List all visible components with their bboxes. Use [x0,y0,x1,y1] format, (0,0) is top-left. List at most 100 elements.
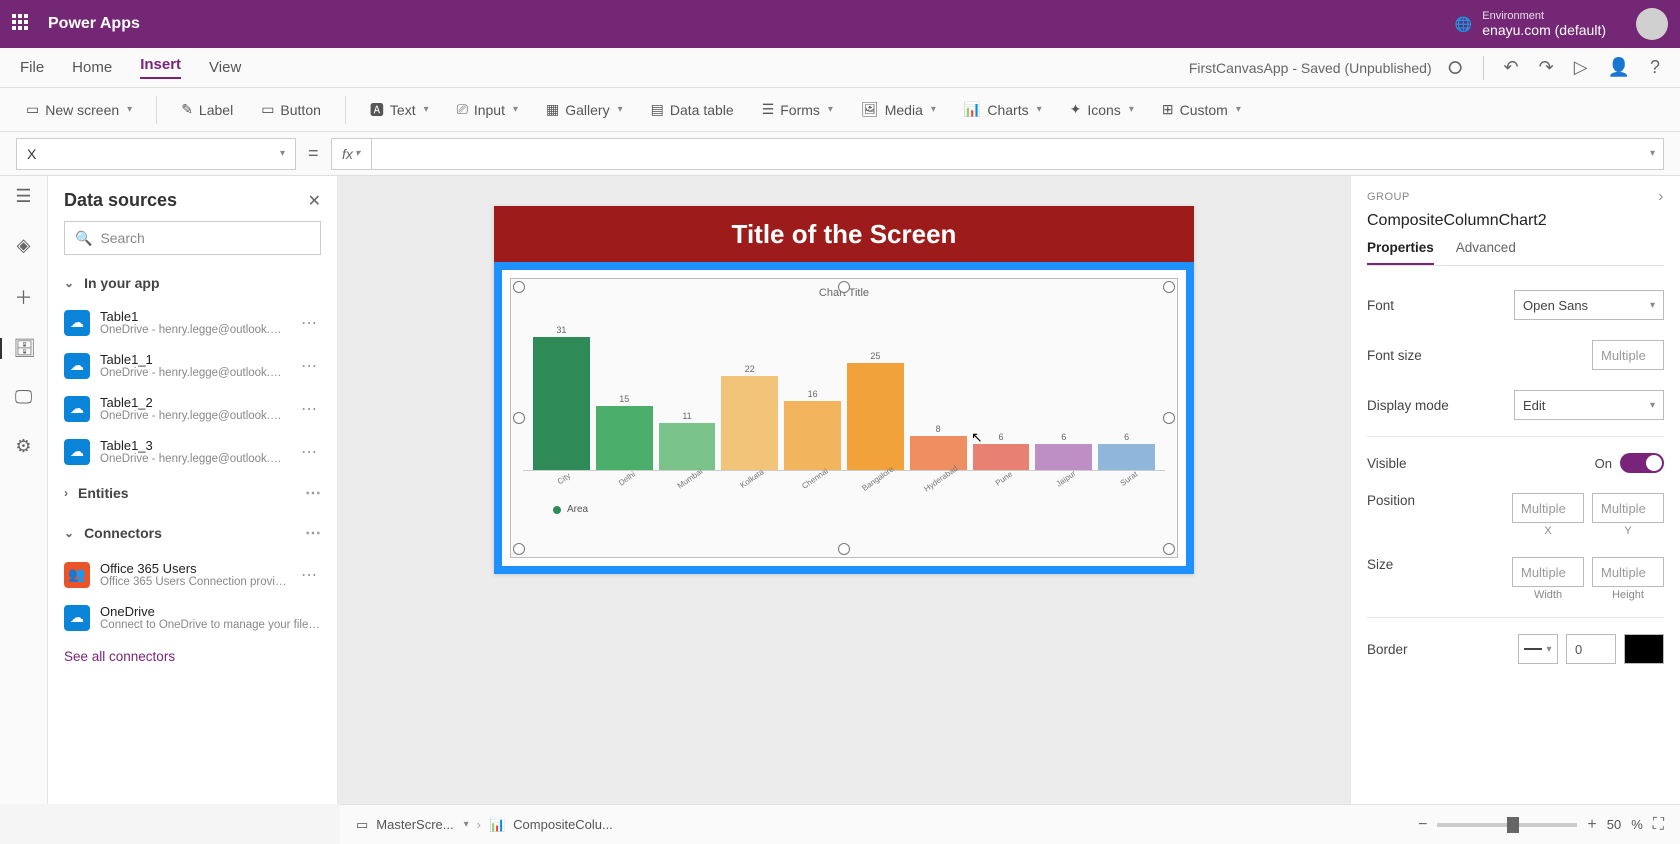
chevron-right-icon[interactable]: › [1658,188,1664,206]
border-color-picker[interactable] [1624,634,1664,664]
icons-button[interactable]: ✦Icons▾ [1060,97,1144,122]
app-launcher-icon[interactable] [12,14,32,34]
app-name: Power Apps [48,15,140,33]
width-input[interactable]: Multiple [1512,557,1584,587]
height-input[interactable]: Multiple [1592,557,1664,587]
property-selector[interactable]: X ▾ [16,138,296,170]
new-screen-button[interactable]: ▭ New screen ▾ [16,97,142,122]
chart-selection-frame[interactable]: ↖ Chart Title 3115112216258666 CityDelhi… [494,262,1194,574]
separator [156,96,157,124]
zoom-out-icon[interactable]: − [1418,816,1427,834]
data-source-item[interactable]: ☁Table1_2OneDrive - henry.legge@outlook.… [48,387,337,430]
media-button[interactable]: 🖼Media▾ [851,97,946,122]
data-source-item[interactable]: ☁Table1_3OneDrive - henry.legge@outlook.… [48,430,337,473]
label-button[interactable]: ✎Label [171,97,243,122]
search-input[interactable]: 🔍 Search [64,221,321,255]
connector-name: OneDrive [100,604,321,619]
resize-handle[interactable] [838,281,850,293]
gallery-button[interactable]: ▦Gallery▾ [536,97,633,122]
connector-item[interactable]: 👥Office 365 UsersOffice 365 Users Connec… [48,553,337,596]
resize-handle[interactable] [1163,281,1175,293]
display-mode-select[interactable]: Edit▾ [1514,390,1664,420]
redo-icon[interactable]: ↷ [1539,57,1554,78]
hamburger-icon[interactable]: ☰ [15,186,31,207]
font-select[interactable]: Open Sans▾ [1514,290,1664,320]
menu-home[interactable]: Home [72,59,112,76]
zoom-slider[interactable] [1437,823,1577,827]
tab-advanced[interactable]: Advanced [1456,240,1516,265]
advanced-tools-icon[interactable]: ⚙ [15,436,31,457]
app-checker-icon[interactable]: ᮰ [1448,55,1463,81]
resize-handle[interactable] [513,412,525,424]
fit-to-screen-icon[interactable]: ⛶ [1653,816,1664,834]
data-source-item[interactable]: ☁Table1_1OneDrive - henry.legge@outlook.… [48,344,337,387]
chart-control[interactable]: ↖ Chart Title 3115112216258666 CityDelhi… [510,278,1178,558]
border-width-input[interactable] [1566,634,1616,664]
input-button[interactable]: ⎚Input▾ [447,97,528,122]
add-icon[interactable]: ＋ [15,284,33,310]
breadcrumb-control[interactable]: CompositeColu... [513,817,613,832]
ds-desc: OneDrive - henry.legge@outlook.com [100,410,287,422]
help-icon[interactable]: ? [1650,57,1660,78]
tab-properties[interactable]: Properties [1367,240,1434,265]
bar-column: 22 [721,364,778,470]
menu-insert[interactable]: Insert [140,56,181,79]
formula-input[interactable]: ▾ [371,138,1664,170]
text-button[interactable]: 🅰Text▾ [360,96,439,124]
forms-button[interactable]: ☰Forms▾ [752,97,843,122]
resize-handle[interactable] [1163,412,1175,424]
more-icon[interactable]: ⋯ [305,483,321,503]
section-connectors[interactable]: ⌄Connectors ⋯ [48,513,337,553]
separator [345,96,346,124]
breadcrumb-screen[interactable]: MasterScre... [376,817,453,832]
avatar[interactable] [1636,8,1668,40]
section-in-your-app[interactable]: ⌄ In your app [48,265,337,301]
more-icon[interactable]: ⋯ [297,565,321,585]
border-style-select[interactable]: ▾ [1518,634,1558,664]
share-icon[interactable]: 👤 [1608,57,1630,78]
section-entities[interactable]: ›Entities ⋯ [48,473,337,513]
font-size-input[interactable]: Multiple [1592,340,1664,370]
connector-item[interactable]: ☁OneDriveConnect to OneDrive to manage y… [48,596,337,639]
button-button[interactable]: ▭Button [251,97,331,122]
close-icon[interactable]: ✕ [308,191,321,211]
menu-file[interactable]: File [20,59,44,76]
menu-view[interactable]: View [209,59,241,76]
more-icon[interactable]: ⋯ [297,356,321,376]
chevron-down-icon: ▾ [828,104,833,115]
button-text: Button [280,102,320,118]
resize-handle[interactable] [1163,543,1175,555]
environment-picker[interactable]: Environment enayu.com (default) [1482,10,1606,38]
more-icon[interactable]: ⋯ [305,523,321,543]
see-all-connectors-link[interactable]: See all connectors [48,639,337,674]
media-rail-icon[interactable]: 🖵 [15,387,32,408]
chevron-down-icon[interactable]: ▾ [464,819,469,830]
icons-icon: ✦ [1070,101,1082,118]
data-icon[interactable]: 🗄 [0,338,47,359]
visible-toggle[interactable] [1620,453,1664,473]
slider-knob[interactable] [1507,817,1519,833]
play-icon[interactable]: ▷ [1574,57,1588,78]
custom-button[interactable]: ⊞Custom▾ [1152,97,1251,122]
fx-button[interactable]: fx▾ [331,138,371,170]
zoom-in-icon[interactable]: + [1587,816,1596,834]
ds-name: Table1_3 [100,438,287,453]
ds-desc: OneDrive - henry.legge@outlook.com [100,367,287,379]
section-label: Connectors [84,525,162,541]
undo-icon[interactable]: ↶ [1504,57,1519,78]
resize-handle[interactable] [513,543,525,555]
position-x-input[interactable]: Multiple [1512,493,1584,523]
tree-view-icon[interactable]: ◈ [17,235,31,256]
resize-handle[interactable] [838,543,850,555]
data-source-item[interactable]: ☁Table1OneDrive - henry.legge@outlook.co… [48,301,337,344]
canvas[interactable]: Title of the Screen ↖ Chart Title 311511… [338,176,1350,804]
charts-button[interactable]: 📊Charts▾ [954,97,1052,122]
data-table-button[interactable]: ▤Data table [641,97,744,122]
input-text: Input [474,102,505,118]
more-icon[interactable]: ⋯ [297,399,321,419]
more-icon[interactable]: ⋯ [297,442,321,462]
position-y-input[interactable]: Multiple [1592,493,1664,523]
more-icon[interactable]: ⋯ [297,313,321,333]
border-width-value[interactable] [1575,642,1607,657]
resize-handle[interactable] [513,281,525,293]
